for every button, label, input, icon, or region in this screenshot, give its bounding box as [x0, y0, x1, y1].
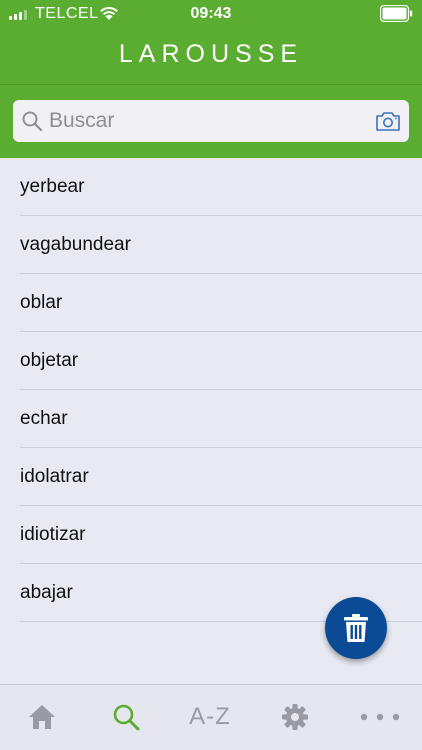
history-list: yerbear vagabundear oblar objetar echar …	[0, 158, 422, 622]
more-icon	[360, 713, 400, 721]
tab-a-z-label: A-Z	[189, 703, 231, 730]
history-word: objetar	[20, 350, 79, 371]
tab-settings[interactable]	[253, 697, 337, 737]
history-item[interactable]: vagabundear	[0, 216, 422, 274]
tab-more[interactable]	[338, 697, 422, 737]
search-icon	[22, 111, 43, 132]
battery-icon	[380, 5, 413, 22]
search-input[interactable]	[49, 104, 369, 138]
history-word: abajar	[20, 582, 73, 603]
history-item[interactable]: echar	[0, 390, 422, 448]
history-word: oblar	[20, 292, 63, 313]
history-item[interactable]: objetar	[0, 332, 422, 390]
tab-search[interactable]	[84, 697, 168, 737]
history-word: echar	[20, 408, 68, 429]
app-header: TELCEL 09:43 LAROUSSE	[0, 0, 422, 158]
header-divider	[0, 84, 422, 85]
history-word: yerbear	[20, 176, 85, 197]
history-item[interactable]: oblar	[0, 274, 422, 332]
status-bar: TELCEL 09:43	[0, 0, 422, 28]
status-time: 09:43	[190, 5, 232, 22]
tab-home[interactable]	[0, 697, 84, 737]
history-item[interactable]: idiotizar	[0, 506, 422, 564]
tab-bar: A-Z	[0, 684, 422, 750]
history-word: idiotizar	[20, 524, 86, 545]
gear-icon	[282, 704, 308, 730]
history-item[interactable]: idolatrar	[0, 448, 422, 506]
history-word: idolatrar	[20, 466, 89, 487]
history-item[interactable]: yerbear	[0, 158, 422, 216]
app-title: LAROUSSE	[118, 40, 304, 68]
camera-icon[interactable]	[375, 109, 401, 133]
home-icon	[29, 705, 55, 729]
history-word: vagabundear	[20, 234, 131, 255]
trash-icon	[344, 614, 368, 642]
tab-a-z[interactable]: A-Z	[168, 697, 252, 737]
delete-history-button[interactable]	[325, 597, 387, 659]
search-bar[interactable]	[13, 100, 409, 142]
search-icon	[113, 704, 140, 731]
